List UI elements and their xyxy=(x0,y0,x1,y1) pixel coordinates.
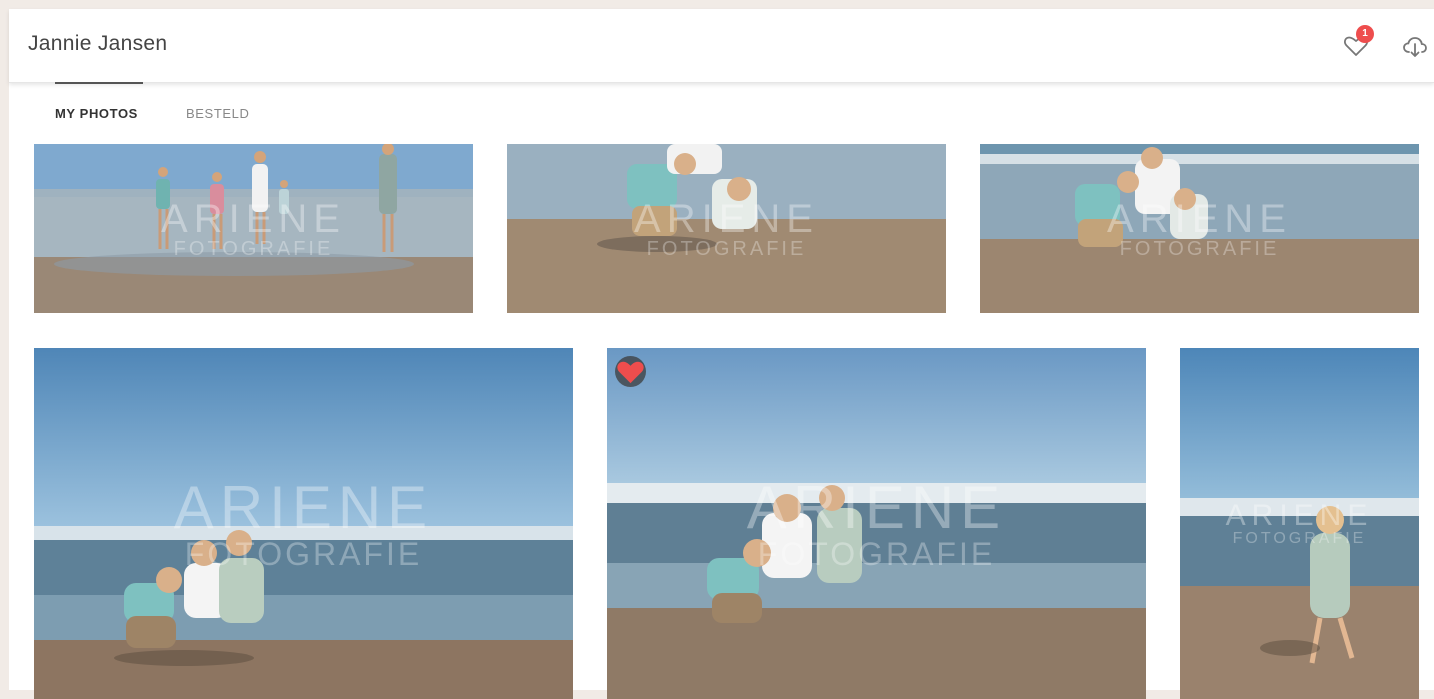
beach-photo-girl-walking xyxy=(1180,348,1419,699)
heart-filled-icon xyxy=(617,361,644,384)
header-bar: Jannie Jansen 1 xyxy=(9,9,1434,83)
beach-photo-waves xyxy=(980,144,1419,313)
photo-thumbnail[interactable]: ARIENE FOTOGRAFIE xyxy=(1180,348,1419,699)
tab-my-photos[interactable]: MY PHOTOS xyxy=(55,106,138,121)
photo-thumbnail[interactable]: ARIENE FOTOGRAFIE xyxy=(980,144,1419,313)
beach-photo-crouching xyxy=(507,144,946,313)
tab-besteld[interactable]: BESTELD xyxy=(186,106,249,121)
active-tab-indicator xyxy=(55,82,143,84)
photo-thumbnail[interactable]: ARIENE FOTOGRAFIE xyxy=(607,348,1146,699)
gallery-panel: Jannie Jansen 1 MY PHOTOS BESTELD ARIENE… xyxy=(9,9,1434,699)
favorite-toggle[interactable] xyxy=(615,356,646,387)
beach-photo-family-crouching xyxy=(34,348,573,699)
favorites-count-badge: 1 xyxy=(1356,25,1374,43)
cloud-download-icon xyxy=(1403,37,1427,57)
download-button[interactable] xyxy=(1400,31,1430,61)
page-title: Jannie Jansen xyxy=(28,32,168,55)
beach-photo-family-walking xyxy=(34,144,473,313)
photo-thumbnail[interactable]: ARIENE FOTOGRAFIE xyxy=(34,348,573,699)
photo-thumbnail[interactable]: ARIENE FOTOGRAFIE xyxy=(507,144,946,313)
photo-thumbnail[interactable]: ARIENE FOTOGRAFIE xyxy=(34,144,473,313)
beach-photo-family-waves xyxy=(607,348,1146,699)
tab-bar: MY PHOTOS BESTELD xyxy=(9,82,1434,132)
